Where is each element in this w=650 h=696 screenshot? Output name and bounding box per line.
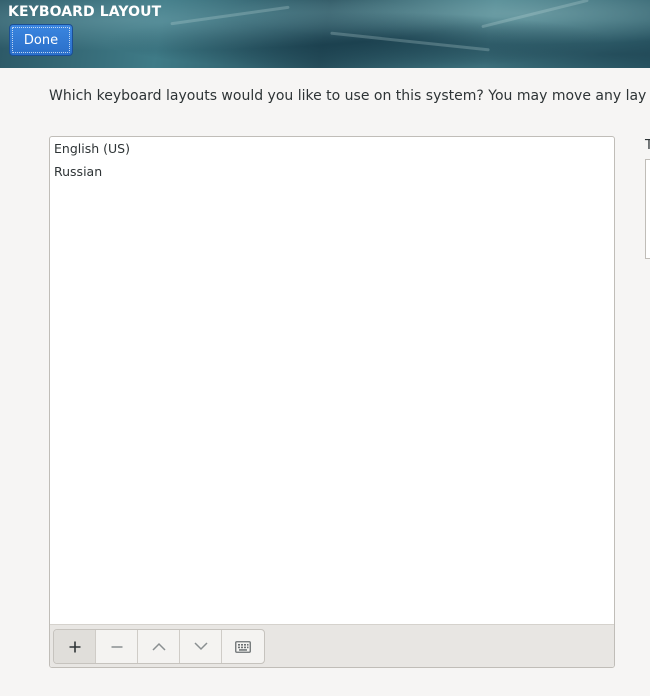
header-banner: KEYBOARD LAYOUT Done — [0, 0, 650, 68]
layout-list[interactable]: English (US) Russian — [50, 137, 614, 625]
move-up-icon — [151, 642, 166, 651]
layout-switching-box[interactable] — [645, 159, 650, 259]
move-down-icon — [193, 642, 208, 651]
preview-layout-button[interactable] — [222, 630, 264, 663]
page-title: KEYBOARD LAYOUT — [8, 4, 162, 20]
move-down-button[interactable] — [180, 630, 222, 663]
layout-switching-label: T — [645, 138, 650, 153]
move-up-button[interactable] — [138, 630, 180, 663]
banner-texture — [481, 0, 589, 29]
layout-item-russian[interactable]: Russian — [50, 160, 614, 183]
keyboard-icon — [235, 640, 251, 653]
add-layout-button[interactable] — [54, 630, 96, 663]
banner-texture — [330, 31, 490, 52]
layout-item-english-us[interactable]: English (US) — [50, 137, 614, 160]
layout-toolbar-buttons — [53, 629, 265, 664]
remove-icon — [111, 645, 122, 648]
instructions-text: Which keyboard layouts would you like to… — [49, 88, 647, 104]
banner-texture — [170, 5, 290, 26]
add-icon — [69, 641, 80, 652]
remove-layout-button[interactable] — [96, 630, 138, 663]
layout-toolbar — [50, 624, 614, 667]
layout-list-panel: English (US) Russian — [49, 136, 615, 668]
done-button[interactable]: Done — [9, 24, 73, 56]
